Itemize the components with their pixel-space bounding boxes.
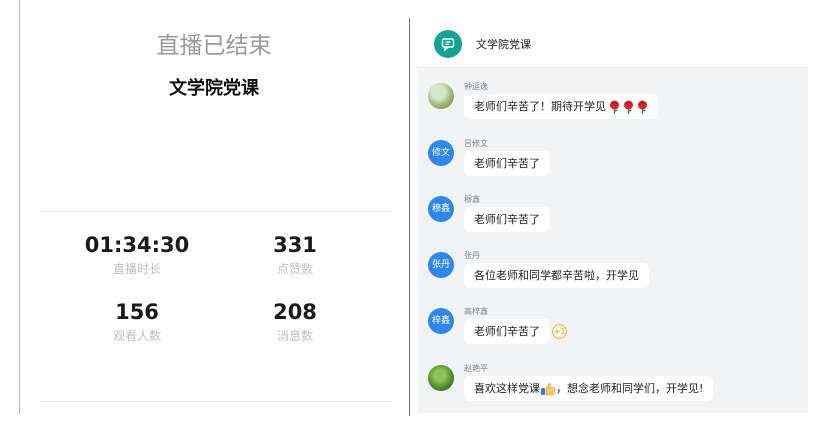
message-bubble[interactable]: 老师们辛苦了 bbox=[464, 207, 550, 232]
avatar[interactable]: 穆鑫 bbox=[428, 196, 454, 222]
message-bubble[interactable]: 老师们辛苦了 bbox=[464, 319, 550, 344]
stat-messages: 208 消息数 bbox=[220, 299, 370, 344]
chat-title: 文学院党课 bbox=[476, 38, 531, 51]
stat-messages-value: 208 bbox=[273, 300, 317, 324]
stat-viewers-label: 观看人数 bbox=[112, 329, 161, 343]
stat-likes-value: 331 bbox=[273, 233, 317, 257]
message-sender: 吕修文 bbox=[464, 139, 488, 148]
live-status-title: 直播已结束 bbox=[156, 33, 272, 59]
stat-viewers-value: 156 bbox=[115, 300, 159, 324]
panel-divider bbox=[409, 18, 410, 416]
stat-duration-label: 直播时长 bbox=[112, 262, 161, 276]
message-bubble[interactable]: 喜欢这样党课 ，想念老师和同学们，开学见! bbox=[464, 376, 714, 401]
message-text: ，想念老师和同学们，开学见! bbox=[556, 382, 704, 395]
avatar[interactable]: 张丹 bbox=[428, 252, 454, 278]
rose-icon bbox=[634, 100, 648, 114]
message-sender: 张丹 bbox=[464, 251, 480, 260]
message-sender: 高梓鑫 bbox=[464, 307, 488, 316]
avatar[interactable]: 修文 bbox=[428, 140, 454, 166]
avatar[interactable]: 梓鑫 bbox=[428, 308, 454, 334]
plus-one-button[interactable]: +1 bbox=[552, 324, 567, 339]
chat-message-list[interactable]: 钟运逸 老师们辛苦了！期待开学见 修文 吕修文 老师们辛苦了 穆鑫 穆鑫 老师们… bbox=[418, 69, 808, 413]
live-room-title: 文学院党课 bbox=[169, 78, 259, 99]
message-sender: 赵艳平 bbox=[464, 364, 488, 373]
rose-icon bbox=[606, 100, 620, 114]
message-text: 老师们辛苦了 bbox=[474, 157, 540, 170]
stat-likes-label: 点赞数 bbox=[276, 262, 313, 276]
message-text: 老师们辛苦了！期待开学见 bbox=[474, 100, 606, 113]
message-bubble[interactable]: 老师们辛苦了 bbox=[464, 151, 550, 176]
message-text: 喜欢这样党课 bbox=[474, 382, 540, 395]
rose-icon bbox=[620, 100, 634, 114]
stat-messages-label: 消息数 bbox=[276, 329, 313, 343]
live-summary-panel: 直播已结束 文学院党课 01:34:30 直播时长 331 点赞数 156 观看… bbox=[20, 0, 408, 414]
avatar[interactable] bbox=[428, 365, 454, 391]
stat-duration: 01:34:30 直播时长 bbox=[62, 232, 212, 277]
summary-divider-bottom bbox=[40, 401, 392, 402]
stat-viewers: 156 观看人数 bbox=[62, 299, 212, 344]
chat-bubble-icon bbox=[434, 30, 462, 58]
message-bubble[interactable]: 各位老师和同学都辛苦啦，开学见 bbox=[464, 263, 649, 288]
chat-header: 文学院党课 bbox=[418, 20, 808, 68]
stat-duration-value: 01:34:30 bbox=[84, 233, 190, 257]
message-sender: 穆鑫 bbox=[464, 195, 480, 204]
message-text: 老师们辛苦了 bbox=[474, 325, 540, 338]
message-text: 老师们辛苦了 bbox=[474, 213, 540, 226]
message-bubble[interactable]: 老师们辛苦了！期待开学见 bbox=[464, 94, 658, 119]
message-text: 各位老师和同学都辛苦啦，开学见 bbox=[474, 269, 639, 282]
avatar[interactable] bbox=[428, 83, 454, 109]
thumbs-up-icon bbox=[540, 382, 556, 396]
stat-likes: 331 点赞数 bbox=[220, 232, 370, 277]
message-sender: 钟运逸 bbox=[464, 82, 488, 91]
summary-divider-top bbox=[40, 211, 392, 212]
